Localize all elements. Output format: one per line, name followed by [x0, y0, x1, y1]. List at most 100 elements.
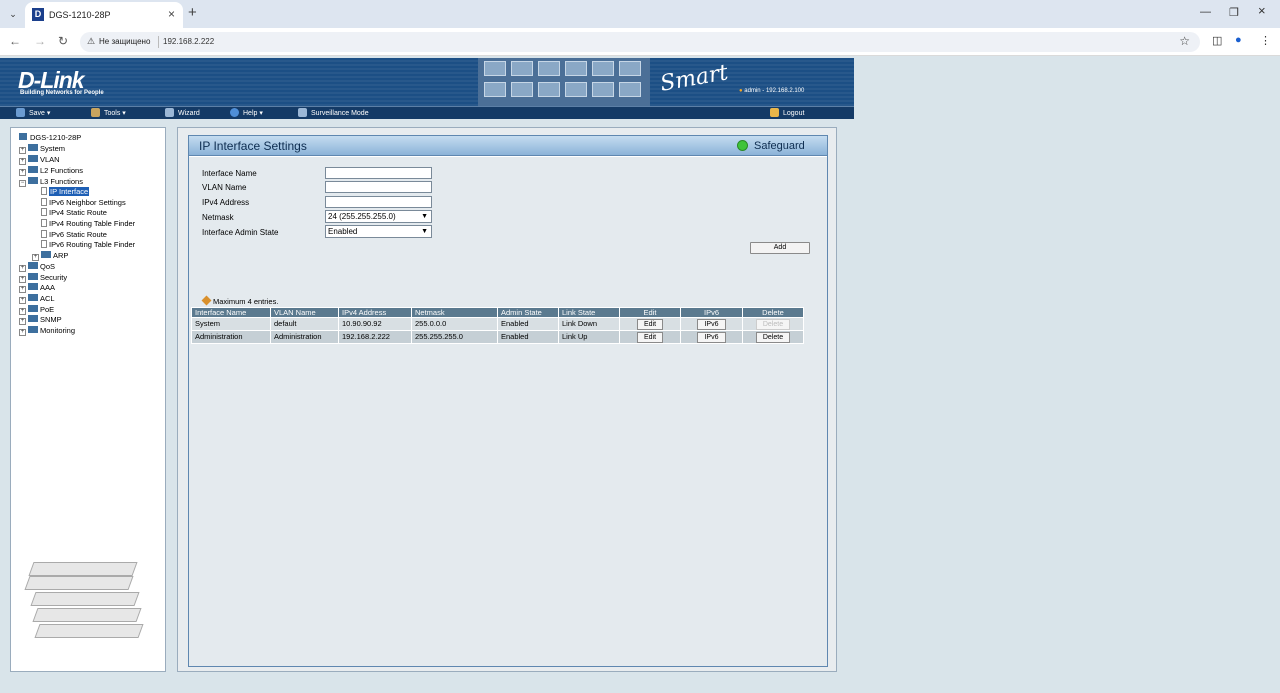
help-icon [230, 108, 239, 117]
surveillance-mode-button[interactable]: Surveillance Mode [298, 108, 369, 119]
vlan-name-input[interactable] [325, 181, 432, 193]
new-tab-icon[interactable]: + [188, 4, 197, 21]
tree-item-acl[interactable]: + ACL [19, 293, 55, 304]
tree-item-vlan[interactable]: + VLAN [19, 154, 60, 165]
cell-ipv6: IPv6 [680, 317, 743, 331]
address-input[interactable]: ⚠ Не защищено 192.168.2.222 ☆ [80, 32, 1200, 52]
switch-icon [19, 133, 27, 140]
tree-item-ipv4-routing-finder[interactable]: IPv4 Routing Table Finder [41, 218, 135, 229]
tree-item-label: System [40, 144, 66, 153]
netmask-value: 24 (255.255.255.0) [328, 212, 396, 221]
tree-item-label: IPv6 Neighbor Settings [49, 198, 126, 207]
col-interface-name: Interface Name [191, 307, 271, 318]
tree-item-arp[interactable]: + ARP [32, 250, 68, 261]
warning-icon[interactable]: ⚠ [87, 36, 95, 47]
cell-vlan-name: default [270, 317, 339, 331]
tree-item-monitoring[interactable]: + Monitoring [19, 325, 75, 336]
forward-icon[interactable]: → [34, 34, 46, 48]
save-icon [16, 108, 25, 117]
save-menu[interactable]: Save ▾ [16, 108, 50, 119]
col-link-state: Link State [558, 307, 620, 318]
tree-root-label: DGS-1210-28P [30, 133, 82, 142]
interface-name-input[interactable] [325, 167, 432, 179]
tree-item-system[interactable]: + System [19, 143, 65, 154]
ip-interface-table: Interface Name VLAN Name IPv4 Address Ne… [191, 307, 804, 344]
tree-item-ipv6-routing-finder[interactable]: IPv6 Routing Table Finder [41, 239, 135, 250]
tools-icon [91, 108, 100, 117]
expand-icon[interactable]: + [19, 286, 26, 293]
cell-edit: Edit [619, 330, 681, 344]
pencil-icon [201, 295, 212, 306]
folder-icon [28, 294, 38, 301]
tab-search-icon[interactable]: ⌄ [5, 6, 21, 22]
restore-icon[interactable]: ❐ [1229, 6, 1239, 19]
close-icon[interactable]: × [168, 7, 175, 21]
tree-item-ipv4-static-route[interactable]: IPv4 Static Route [41, 207, 107, 218]
surveillance-label: Surveillance Mode [311, 110, 369, 117]
admin-state-select[interactable]: Enabled ▼ [325, 225, 432, 238]
tree-item-label: ACL [40, 294, 55, 303]
netmask-select[interactable]: 24 (255.255.255.0) ▼ [325, 210, 432, 223]
page-icon [41, 240, 47, 248]
tree-root[interactable]: DGS-1210-28P [19, 132, 81, 143]
back-icon[interactable]: ← [9, 34, 21, 48]
collapse-icon[interactable]: − [19, 180, 26, 187]
tools-menu[interactable]: Tools ▾ [91, 108, 126, 119]
logout-button[interactable]: Logout [770, 108, 804, 119]
tree-item-snmp[interactable]: + SNMP [19, 314, 62, 325]
help-menu[interactable]: Help ▾ [230, 108, 263, 119]
edit-button[interactable]: Edit [636, 319, 664, 330]
max-entries-note: Maximum 4 entries. [201, 295, 278, 306]
expand-icon[interactable]: + [19, 158, 26, 165]
bookmark-star-icon[interactable]: ☆ [1179, 34, 1190, 48]
col-netmask: Netmask [411, 307, 498, 318]
delete-button[interactable]: Delete [755, 332, 791, 343]
security-status[interactable]: Не защищено [99, 37, 150, 46]
page-icon [41, 230, 47, 238]
expand-icon[interactable]: + [19, 329, 26, 336]
expand-icon[interactable]: + [19, 318, 26, 325]
expand-icon[interactable]: + [19, 147, 26, 154]
ipv4-address-input[interactable] [325, 196, 432, 208]
user-icon: ● [739, 88, 743, 94]
address-bar-row: ← → ↻ ⚠ Не защищено 192.168.2.222 ☆ ◫ ● … [0, 28, 1280, 56]
page-icon [41, 208, 47, 216]
folder-icon [28, 326, 38, 333]
col-vlan-name: VLAN Name [270, 307, 339, 318]
menu-icon[interactable]: ⋮ [1260, 34, 1271, 47]
surveillance-icon [298, 108, 307, 117]
switch-unit-graphic [34, 624, 144, 638]
safeguard-label: Safeguard [754, 140, 805, 152]
edit-button[interactable]: Edit [636, 332, 664, 343]
ipv6-button[interactable]: IPv6 [697, 319, 726, 330]
cell-edit: Edit [619, 317, 681, 331]
cell-delete: Delete [742, 330, 804, 344]
ipv6-button[interactable]: IPv6 [697, 332, 726, 343]
side-panel-icon[interactable]: ◫ [1212, 34, 1222, 47]
tree-item-aaa[interactable]: + AAA [19, 282, 55, 293]
tree-item-label: IPv6 Routing Table Finder [49, 240, 136, 249]
separator [158, 36, 159, 48]
folder-icon [28, 262, 38, 269]
reload-icon[interactable]: ↻ [58, 34, 68, 48]
col-ipv6: IPv6 [680, 307, 743, 318]
add-button[interactable]: Add [750, 242, 810, 254]
minimize-icon[interactable]: — [1200, 6, 1211, 18]
expand-icon[interactable]: + [19, 169, 26, 176]
tree-item-label: ARP [53, 251, 69, 260]
tree-item-qos[interactable]: + QoS [19, 261, 55, 272]
wizard-button[interactable]: Wizard [165, 108, 200, 119]
browser-tab[interactable]: D DGS-1210-28P × [25, 2, 183, 28]
tree-item-l2-functions[interactable]: + L2 Functions [19, 165, 83, 176]
chevron-down-icon: ▼ [421, 213, 428, 220]
close-window-icon[interactable]: × [1258, 3, 1266, 18]
tree-item-label: Security [40, 273, 68, 282]
profile-icon[interactable]: ● [1235, 34, 1242, 46]
panel-body: Interface Name VLAN Name IPv4 Address Ne… [189, 157, 827, 666]
expand-icon[interactable]: + [19, 297, 26, 304]
tree-item-ip-interface[interactable]: IP Interface [41, 186, 90, 197]
expand-icon[interactable]: + [32, 254, 39, 261]
expand-icon[interactable]: + [19, 265, 26, 272]
tools-label: Tools [104, 110, 121, 117]
url-text[interactable]: 192.168.2.222 [163, 37, 214, 46]
